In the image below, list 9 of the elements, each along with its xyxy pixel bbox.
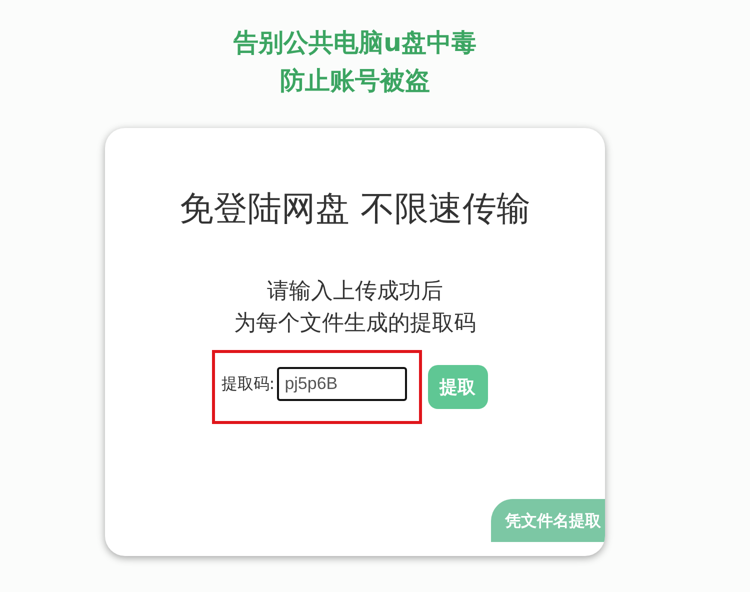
header-text: 告别公共电脑u盘中毒 xyxy=(234,27,476,59)
code-input[interactable]: pj5p6B xyxy=(276,367,407,401)
filename-extract-button[interactable]: 凭文件名提取 xyxy=(491,499,605,542)
instruction-text: 为每个文件生成的提取码 xyxy=(234,310,476,338)
extract-button[interactable]: 提取 xyxy=(428,365,488,409)
code-label: 提取码: xyxy=(221,374,275,394)
instruction-text: 请输入上传成功后 xyxy=(267,278,443,306)
header-text: 防止账号被盗 xyxy=(280,65,430,97)
card-title: 免登陆网盘 不限速传输 xyxy=(180,188,530,231)
